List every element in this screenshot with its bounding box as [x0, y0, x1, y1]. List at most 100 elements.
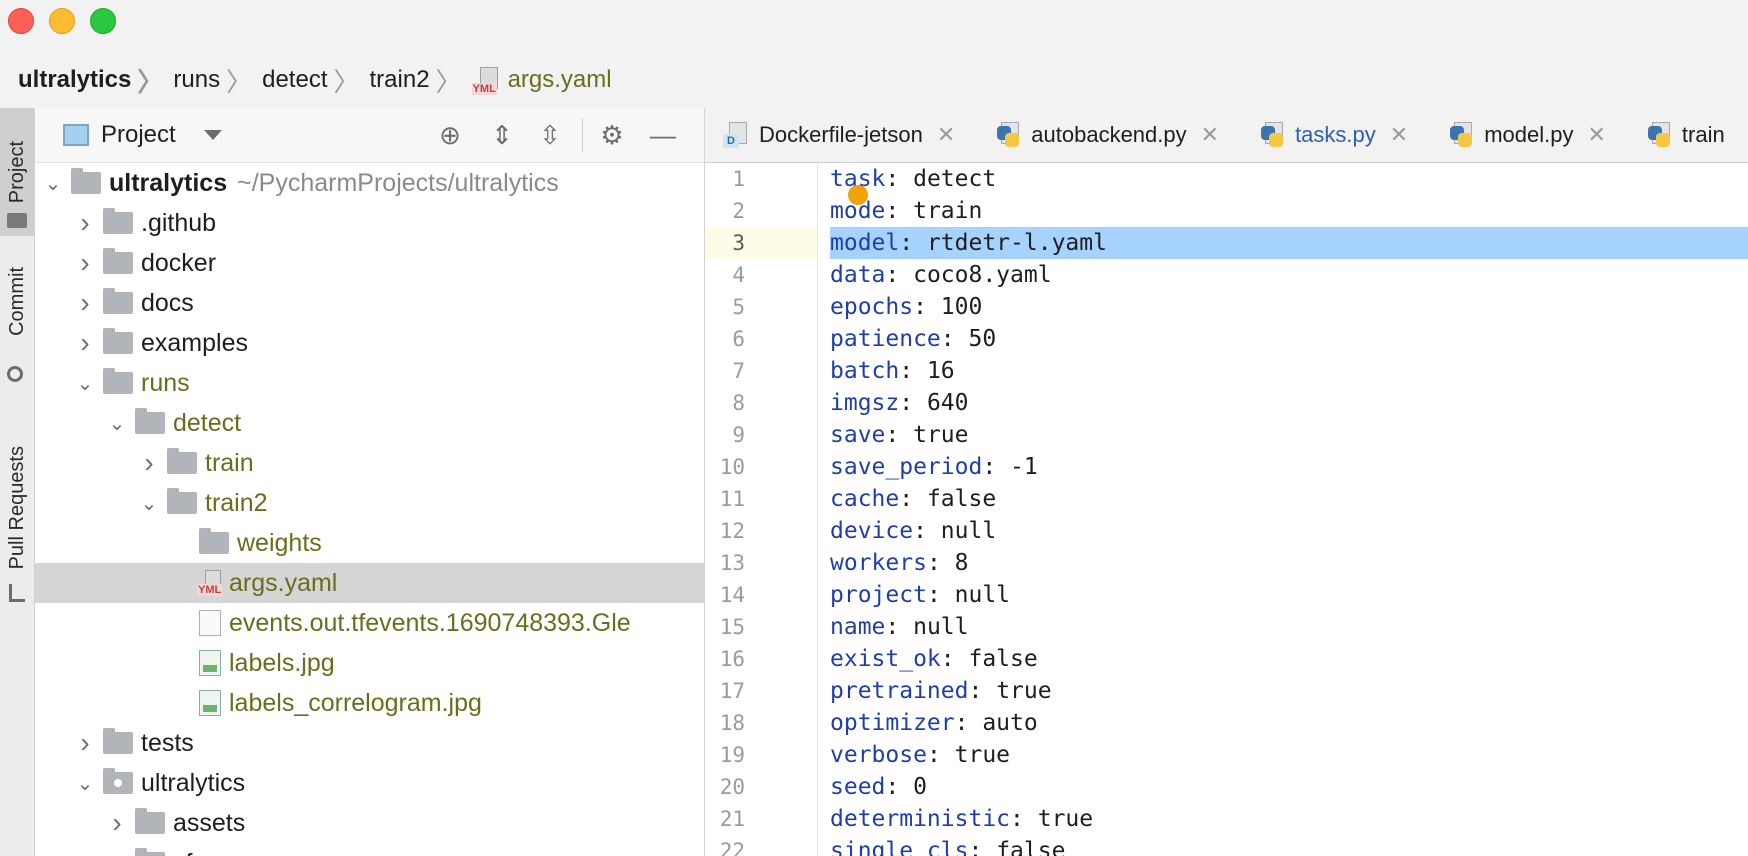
tree-row[interactable]: ⌄ runs [35, 363, 704, 403]
project-view-icon [63, 124, 89, 146]
close-tab-icon[interactable]: ✕ [1390, 122, 1408, 148]
chevron-down-icon[interactable] [203, 130, 222, 140]
folder-icon [103, 368, 133, 394]
package-folder-icon [103, 768, 133, 794]
close-tab-icon[interactable]: ✕ [1587, 122, 1605, 148]
code-editor[interactable]: 1 task: detect 2 mode: train 3 model: rtdetr-… [705, 163, 1748, 856]
tree-row[interactable]: weights [35, 523, 704, 563]
tree-row[interactable]: ⌄ ultralytics [35, 763, 704, 803]
chevron-down-icon[interactable]: ⌄ [139, 491, 159, 516]
yaml-key: seed [830, 774, 886, 800]
tree-item-label: ultralytics [141, 768, 246, 797]
close-tab-icon[interactable]: ✕ [1201, 122, 1219, 148]
chevron-right-icon[interactable]: › [75, 207, 95, 239]
chevron-right-icon[interactable]: › [75, 327, 95, 359]
tree-row[interactable]: › docker [35, 243, 704, 283]
editor-tab[interactable]: tasks.py ✕ [1241, 108, 1430, 162]
breadcrumb-item[interactable]: YML args.yaml [471, 65, 612, 95]
yaml-value: true [996, 678, 1052, 704]
yaml-entry: patience: 50 [830, 326, 996, 352]
tree-row[interactable]: › examples [35, 323, 704, 363]
tree-row[interactable]: ⌄ train2 [35, 483, 704, 523]
tree-row[interactable]: › tests [35, 723, 704, 763]
code-line[interactable]: 3 model: rtdetr-l.yaml [705, 227, 1748, 259]
tree-item-label: weights [237, 528, 322, 557]
chevron-right-icon: 〉 [137, 66, 164, 97]
folder-icon [103, 288, 133, 314]
code-line[interactable]: 13 workers: 8 [705, 547, 1748, 579]
chevron-down-icon[interactable]: ⌄ [75, 771, 95, 796]
code-line[interactable]: 21 deterministic: true [705, 803, 1748, 835]
code-area[interactable]: 1 task: detect 2 mode: train 3 model: rtdetr-… [705, 163, 1748, 856]
chevron-right-icon[interactable]: › [107, 807, 127, 839]
hide-panel-icon[interactable]: — [648, 120, 678, 150]
minimize-window-button[interactable] [49, 8, 75, 34]
commit-tool-tab[interactable]: Commit [0, 246, 34, 356]
editor-tab[interactable]: D Dockerfile-jetson ✕ [705, 108, 977, 162]
tree-row[interactable]: labels.jpg [35, 643, 704, 683]
code-line[interactable]: 11 cache: false [705, 483, 1748, 515]
chevron-right-icon[interactable]: › [75, 727, 95, 759]
folder-icon [103, 328, 133, 354]
pull-requests-tool-tab[interactable]: Pull Requests [0, 428, 34, 588]
code-line[interactable]: 14 project: null [705, 579, 1748, 611]
code-line[interactable]: 19 verbose: true [705, 739, 1748, 771]
tree-row[interactable]: › assets [35, 803, 704, 843]
chevron-down-icon[interactable]: ⌄ [107, 411, 127, 436]
code-line[interactable]: 4 data: coco8.yaml [705, 259, 1748, 291]
close-tab-icon[interactable]: ✕ [937, 122, 955, 148]
tree-row[interactable]: YML args.yaml [35, 563, 704, 603]
code-line[interactable]: 15 name: null [705, 611, 1748, 643]
breadcrumb-item[interactable]: ultralytics 〉 [18, 62, 173, 99]
line-number: 9 [732, 423, 745, 447]
breakpoint-marker-icon[interactable] [848, 185, 868, 205]
chevron-right-icon[interactable]: › [107, 847, 127, 856]
yaml-key: device [830, 518, 914, 544]
code-line[interactable]: 22 single_cls: false [705, 835, 1748, 856]
editor-tab[interactable]: autobackend.py ✕ [977, 108, 1241, 162]
gear-icon[interactable]: ⚙ [597, 120, 627, 150]
tree-row[interactable]: labels_correlogram.jpg [35, 683, 704, 723]
code-line[interactable]: 6 patience: 50 [705, 323, 1748, 355]
chevron-right-icon[interactable]: › [75, 247, 95, 279]
line-number: 16 [719, 647, 745, 671]
breadcrumb-item[interactable]: runs 〉 [173, 62, 262, 99]
close-window-button[interactable] [8, 8, 34, 34]
code-line[interactable]: 16 exist_ok: false [705, 643, 1748, 675]
editor-tab[interactable]: train [1628, 108, 1725, 162]
tree-row[interactable]: ⌄ ultralytics ~/PycharmProjects/ultralytic… [35, 163, 704, 203]
tree-row[interactable]: › .github [35, 203, 704, 243]
chevron-right-icon[interactable]: › [75, 287, 95, 319]
tree-row[interactable]: › cfg [35, 843, 704, 856]
tree-row[interactable]: ⌄ detect [35, 403, 704, 443]
tree-row[interactable]: › docs [35, 283, 704, 323]
tree-row[interactable]: › train [35, 443, 704, 483]
locate-icon[interactable]: ⊕ [435, 120, 465, 150]
yaml-key: optimizer [830, 710, 955, 736]
code-line[interactable]: 8 imgsz: 640 [705, 387, 1748, 419]
code-line[interactable]: 12 device: null [705, 515, 1748, 547]
chevron-down-icon[interactable]: ⌄ [75, 371, 95, 396]
code-line[interactable]: 5 epochs: 100 [705, 291, 1748, 323]
breadcrumb-label: args.yaml [507, 66, 612, 93]
yaml-entry: epochs: 100 [830, 294, 982, 320]
chevron-right-icon[interactable]: › [139, 447, 159, 479]
tree-row[interactable]: events.out.tfevents.1690748393.Gle [35, 603, 704, 643]
line-number: 19 [719, 743, 745, 767]
code-line[interactable]: 9 save: true [705, 419, 1748, 451]
code-line[interactable]: 20 seed: 0 [705, 771, 1748, 803]
code-line[interactable]: 7 batch: 16 [705, 355, 1748, 387]
yaml-entry: imgsz: 640 [830, 390, 969, 416]
breadcrumb-item[interactable]: train2 〉 [370, 62, 472, 99]
chevron-down-icon[interactable]: ⌄ [43, 171, 63, 196]
zoom-window-button[interactable] [90, 8, 116, 34]
code-line[interactable]: 10 save_period: -1 [705, 451, 1748, 483]
editor-tab[interactable]: model.py ✕ [1430, 108, 1628, 162]
tree-item-label: train2 [205, 488, 268, 517]
breadcrumb-item[interactable]: detect 〉 [262, 62, 369, 99]
collapse-all-icon[interactable]: ⇳ [535, 120, 565, 150]
project-view-selector[interactable]: Project [101, 121, 176, 149]
expand-all-icon[interactable]: ⇕ [487, 120, 517, 150]
code-line[interactable]: 18 optimizer: auto [705, 707, 1748, 739]
code-line[interactable]: 17 pretrained: true [705, 675, 1748, 707]
